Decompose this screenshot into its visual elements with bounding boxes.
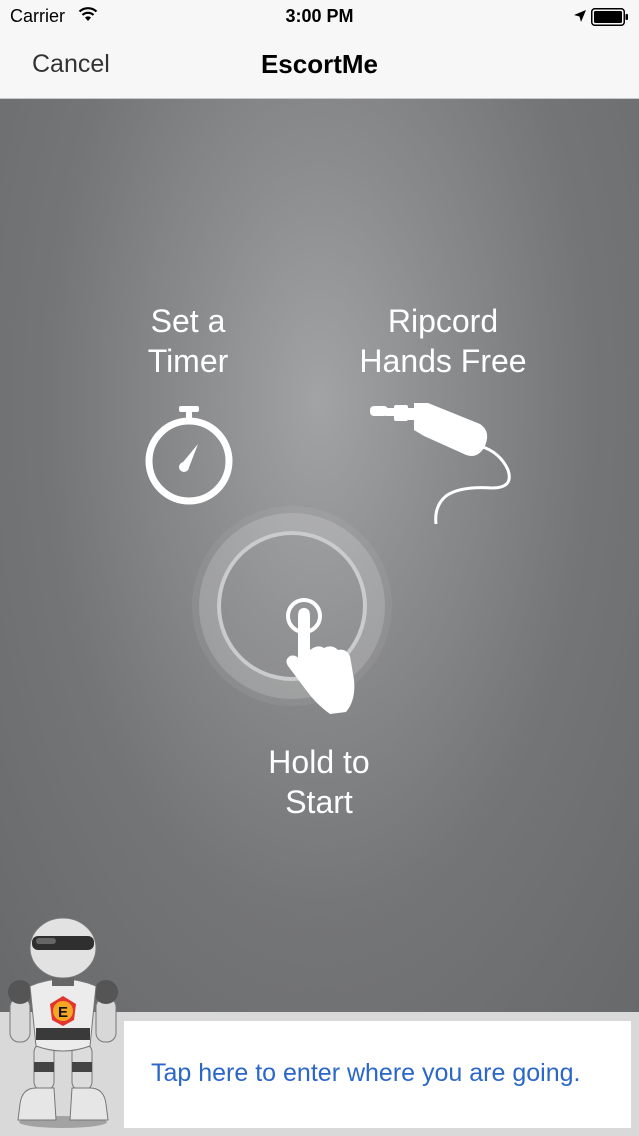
ripcord-label-line1: Ripcord	[387, 303, 499, 339]
robot-mascot-icon: E	[6, 916, 120, 1135]
page-title: EscortMe	[260, 49, 379, 79]
nav-bar: Cancel EscortMe	[0, 34, 639, 99]
ripcord-label[interactable]: Ripcord Hands Free	[338, 301, 548, 381]
clock: 3:00 PM	[285, 6, 354, 26]
timer-label[interactable]: Set a Timer	[118, 301, 258, 381]
destination-prompt: Tap here to enter where you are going.	[151, 1059, 581, 1087]
svg-text:E: E	[58, 1004, 68, 1021]
hold-label-line2: Start	[285, 784, 353, 820]
tap-hand-icon	[282, 596, 362, 723]
destination-field[interactable]: Tap here to enter where you are going.	[124, 1021, 631, 1128]
hold-to-start-label: Hold to Start	[230, 742, 408, 822]
hold-label-line1: Hold to	[268, 744, 370, 780]
ripcord-label-line2: Hands Free	[359, 343, 527, 379]
status-bar: Carrier 3:00 PM	[0, 0, 639, 34]
timer-label-line1: Set a	[150, 303, 226, 339]
battery-icon	[591, 8, 629, 31]
timer-label-line2: Timer	[147, 343, 229, 379]
location-arrow-icon	[573, 7, 587, 28]
